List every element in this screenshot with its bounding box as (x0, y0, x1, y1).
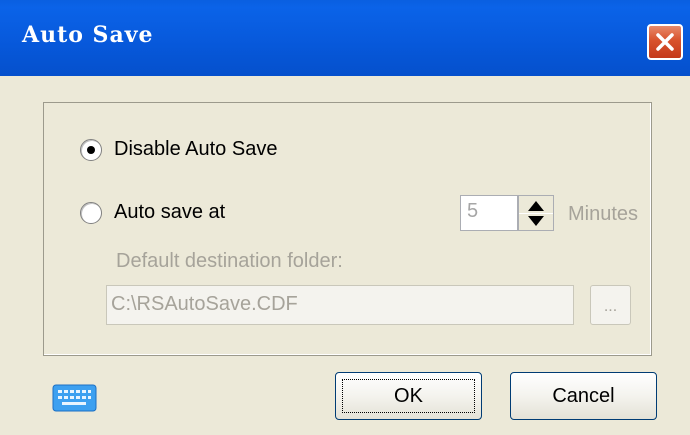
interval-input[interactable]: 5 (460, 195, 518, 231)
autosave-at-option[interactable]: Auto save at (80, 201, 225, 224)
disable-autosave-radio[interactable] (80, 138, 102, 161)
keyboard-icon[interactable] (52, 384, 97, 412)
spin-up-arrow-icon[interactable] (528, 201, 544, 211)
disable-autosave-label: Disable Auto Save (114, 138, 278, 160)
close-button[interactable] (647, 24, 683, 60)
auto-save-dialog: Auto Save Disable Auto Save Auto save at… (0, 0, 690, 435)
cancel-button[interactable]: Cancel (510, 372, 657, 420)
autosave-at-radio[interactable] (80, 201, 102, 224)
browse-button[interactable]: ... (590, 285, 631, 325)
destination-folder-label: Default destination folder: (116, 250, 343, 272)
autosave-at-label: Auto save at (114, 201, 226, 223)
cancel-label: Cancel (552, 385, 615, 407)
interval-spinner[interactable] (518, 195, 554, 231)
radio-selected-dot (87, 145, 95, 154)
ok-button[interactable]: OK (335, 372, 482, 420)
interval-unit-label: Minutes (568, 203, 639, 225)
disable-autosave-option[interactable]: Disable Auto Save (80, 138, 277, 161)
destination-path-input[interactable]: C:\RSAutoSave.CDF (106, 285, 574, 325)
spin-down-arrow-icon[interactable] (528, 216, 544, 226)
title-bar[interactable]: Auto Save (0, 0, 690, 76)
window-title: Auto Save (22, 22, 154, 48)
focus-ring (342, 379, 475, 413)
close-icon (656, 33, 674, 51)
spinner-divider (519, 213, 553, 214)
